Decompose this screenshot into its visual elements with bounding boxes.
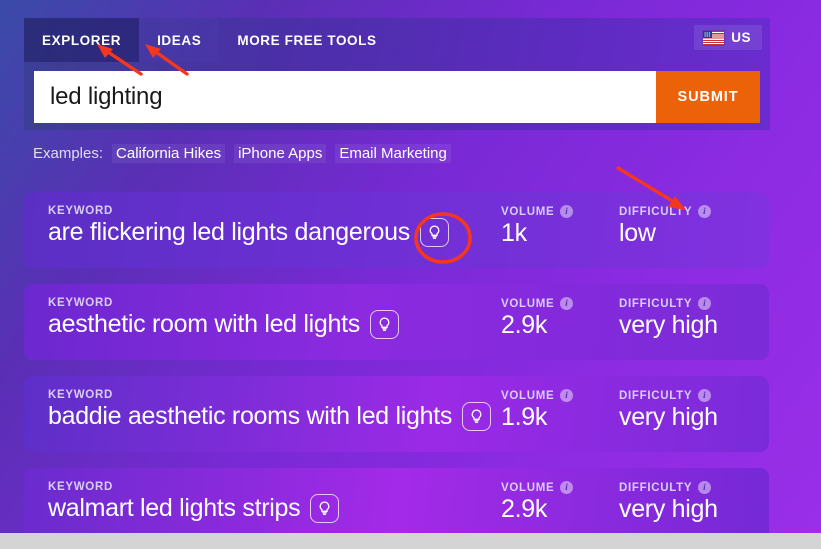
locale-selector[interactable]: US — [694, 25, 762, 50]
table-row[interactable]: KEYWORD aesthetic room with led lights V… — [24, 284, 769, 360]
keyword-text: baddie aesthetic rooms with led lights — [48, 402, 453, 430]
header-panel: EXPLORER IDEAS MORE FREE TOOLS US SUBMIT — [24, 18, 770, 130]
difficulty-cell: DIFFICULTY i very high — [619, 284, 769, 340]
keyword-cell: KEYWORD baddie aesthetic rooms with led … — [24, 376, 501, 431]
keyword-column-label: KEYWORD — [48, 205, 113, 217]
submit-button[interactable]: SUBMIT — [656, 71, 760, 123]
info-icon[interactable]: i — [560, 481, 574, 494]
difficulty-column-label: DIFFICULTY i — [619, 297, 769, 310]
keyword-column-label: KEYWORD — [48, 297, 113, 309]
info-icon[interactable]: i — [560, 297, 574, 310]
difficulty-value: very high — [619, 403, 718, 431]
lightbulb-icon[interactable] — [462, 402, 492, 431]
lightbulb-icon[interactable] — [419, 218, 449, 247]
keyword-text: walmart led lights strips — [48, 494, 301, 522]
search-row: SUBMIT — [34, 71, 760, 123]
volume-column-label: VOLUME i — [501, 389, 619, 402]
keyword-text: are flickering led lights dangerous — [48, 218, 410, 246]
tab-more-free-tools-label: MORE FREE TOOLS — [237, 32, 377, 48]
volume-value: 1.9k — [501, 403, 548, 431]
difficulty-value: very high — [619, 495, 718, 523]
tab-ideas-label: IDEAS — [157, 32, 202, 48]
info-icon[interactable]: i — [698, 389, 712, 402]
volume-column-label: VOLUME i — [501, 205, 619, 218]
volume-cell: VOLUME i 1.9k — [501, 376, 619, 432]
locale-label: US — [731, 30, 751, 45]
difficulty-cell: DIFFICULTY i low — [619, 192, 769, 248]
volume-column-label: VOLUME i — [501, 481, 619, 494]
table-row[interactable]: KEYWORD are flickering led lights danger… — [24, 192, 769, 268]
lightbulb-icon[interactable] — [369, 310, 399, 339]
info-icon[interactable]: i — [698, 481, 712, 494]
volume-value: 2.9k — [501, 311, 548, 339]
difficulty-column-label: DIFFICULTY i — [619, 481, 769, 494]
tab-more-free-tools[interactable]: MORE FREE TOOLS — [219, 18, 394, 62]
page-bottom-strip — [0, 533, 821, 549]
difficulty-cell: DIFFICULTY i very high — [619, 376, 769, 432]
info-icon[interactable]: i — [698, 205, 712, 218]
volume-cell: VOLUME i 2.9k — [501, 468, 619, 524]
tab-explorer[interactable]: EXPLORER — [24, 18, 140, 62]
keyword-column-label: KEYWORD — [48, 389, 113, 401]
info-icon[interactable]: i — [560, 205, 574, 218]
example-link-email-marketing[interactable]: Email Marketing — [335, 144, 451, 163]
examples-row: Examples: California Hikes iPhone Apps E… — [33, 144, 451, 163]
lightbulb-icon[interactable] — [310, 494, 340, 523]
volume-cell: VOLUME i 2.9k — [501, 284, 619, 340]
keyword-cell: KEYWORD are flickering led lights danger… — [24, 192, 501, 247]
difficulty-cell: DIFFICULTY i very high — [619, 468, 769, 524]
example-link-iphone-apps[interactable]: iPhone Apps — [234, 144, 327, 163]
tab-bar: EXPLORER IDEAS MORE FREE TOOLS — [24, 18, 770, 62]
us-flag-icon — [703, 30, 725, 45]
difficulty-value: low — [619, 219, 656, 247]
tab-explorer-label: EXPLORER — [42, 32, 122, 48]
keyword-cell: KEYWORD aesthetic room with led lights — [24, 284, 501, 339]
example-link-california-hikes[interactable]: California Hikes — [112, 144, 226, 163]
keyword-cell: KEYWORD walmart led lights strips — [24, 468, 501, 523]
volume-value: 2.9k — [501, 495, 548, 523]
difficulty-column-label: DIFFICULTY i — [619, 205, 769, 218]
page-root: EXPLORER IDEAS MORE FREE TOOLS US SUBMIT… — [0, 0, 821, 549]
volume-value: 1k — [501, 219, 527, 247]
examples-label: Examples: — [33, 145, 104, 162]
info-icon[interactable]: i — [698, 297, 712, 310]
volume-column-label: VOLUME i — [501, 297, 619, 310]
table-row[interactable]: KEYWORD baddie aesthetic rooms with led … — [24, 376, 769, 452]
keyword-text: aesthetic room with led lights — [48, 310, 360, 338]
tab-ideas[interactable]: IDEAS — [139, 18, 220, 62]
difficulty-value: very high — [619, 311, 718, 339]
search-input[interactable] — [34, 71, 656, 123]
keyword-column-label: KEYWORD — [48, 481, 113, 493]
info-icon[interactable]: i — [560, 389, 574, 402]
volume-cell: VOLUME i 1k — [501, 192, 619, 248]
results-list: KEYWORD are flickering led lights danger… — [24, 192, 769, 549]
difficulty-column-label: DIFFICULTY i — [619, 389, 769, 402]
